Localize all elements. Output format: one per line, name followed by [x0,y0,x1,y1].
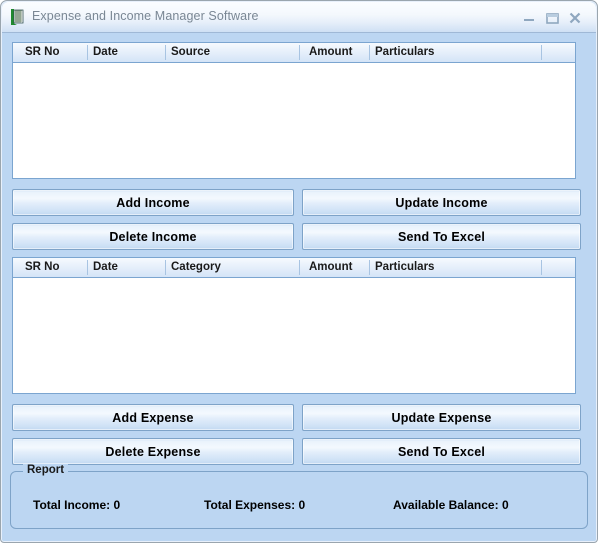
report-group-box: Report Total Income: 0 Total Expenses: 0… [10,464,588,529]
available-balance-value: Available Balance: 0 [393,498,509,512]
income-table-body[interactable] [13,63,575,178]
add-income-label: Add Income [116,195,190,210]
send-expense-to-excel-button[interactable]: Send To Excel [302,438,581,465]
income-column-divider[interactable] [369,45,370,60]
add-expense-button[interactable]: Add Expense [12,404,294,431]
application-window: Expense and Income Manager Software SR N… [0,0,598,543]
window-title: Expense and Income Manager Software [32,9,259,23]
maximize-icon[interactable] [543,10,561,26]
income-column-divider[interactable] [165,45,166,60]
income-table[interactable]: SR No Date Source Amount Particulars [12,42,576,179]
send-income-to-excel-label: Send To Excel [397,229,486,244]
expense-column-divider[interactable] [87,260,88,275]
expense-column-divider[interactable] [369,260,370,275]
total-income-value: Total Income: 0 [33,498,121,512]
app-icon [9,8,27,26]
expense-table-header: SR No Date Category Amount Particulars [13,258,575,278]
income-column-divider[interactable] [541,45,542,60]
expense-column-divider[interactable] [165,260,166,275]
expense-table-body[interactable] [13,278,575,393]
add-expense-label: Add Expense [112,410,194,425]
income-column-divider[interactable] [299,45,300,60]
income-column-divider[interactable] [87,45,88,60]
income-column-header[interactable]: Source [171,43,293,62]
income-column-header[interactable]: Particulars [375,43,525,62]
income-column-header[interactable]: SR No [25,43,87,62]
update-income-label: Update Income [395,195,488,210]
minimize-icon[interactable] [520,10,538,26]
update-income-button[interactable]: Update Income [302,189,581,216]
expense-column-header[interactable]: Particulars [375,258,525,277]
send-expense-to-excel-label: Send To Excel [397,444,486,459]
content-area: SR No Date Source Amount Particulars Add Inc… [2,33,596,541]
delete-income-button[interactable]: Delete Income [12,223,294,250]
delete-expense-button[interactable]: Delete Expense [12,438,294,465]
title-bar[interactable]: Expense and Income Manager Software [2,2,596,33]
add-income-button[interactable]: Add Income [12,189,294,216]
delete-income-label: Delete Income [109,229,197,244]
expense-column-header[interactable]: Date [93,258,165,277]
expense-table[interactable]: SR No Date Category Amount Particulars [12,257,576,394]
close-icon[interactable] [566,10,584,26]
report-group-title: Report [23,464,69,476]
income-column-header[interactable]: Amount [309,43,367,62]
delete-expense-label: Delete Expense [105,444,201,459]
update-expense-label: Update Expense [391,410,492,425]
window-inner: Expense and Income Manager Software SR N… [2,2,596,541]
expense-column-header[interactable]: SR No [25,258,87,277]
expense-column-divider[interactable] [299,260,300,275]
expense-column-divider[interactable] [541,260,542,275]
expense-column-header[interactable]: Category [171,258,293,277]
total-expenses-value: Total Expenses: 0 [204,498,306,512]
income-table-header: SR No Date Source Amount Particulars [13,43,575,63]
update-expense-button[interactable]: Update Expense [302,404,581,431]
send-income-to-excel-button[interactable]: Send To Excel [302,223,581,250]
expense-column-header[interactable]: Amount [309,258,367,277]
income-column-header[interactable]: Date [93,43,165,62]
